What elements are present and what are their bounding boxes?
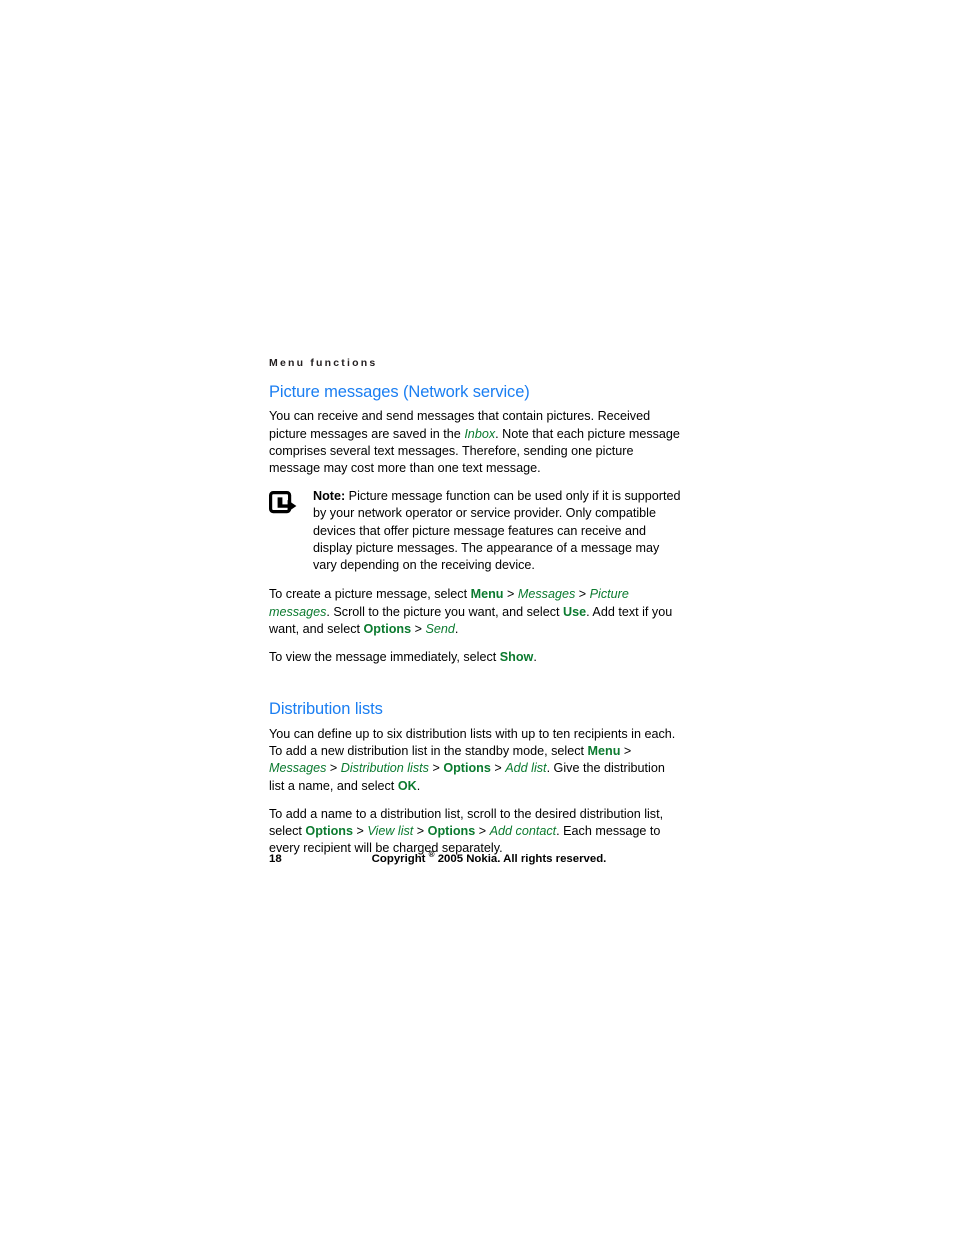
ui-reference-menu: Menu	[587, 744, 621, 759]
note-text: Note: Picture message function can be us…	[313, 488, 683, 574]
ui-reference-messages: Messages	[517, 587, 576, 602]
paragraph-create-picture-message: To create a picture message, select Menu…	[269, 586, 683, 638]
paragraph-add-name-to-list: To add a name to a distribution list, sc…	[269, 806, 683, 858]
text-run: To create a picture message, select	[269, 587, 471, 602]
running-head: Menu functions	[269, 357, 378, 369]
ui-reference-options: Options	[443, 761, 491, 776]
path-separator: >	[475, 824, 490, 839]
ui-reference-options: Options	[427, 824, 476, 839]
page-content: Menu functions Picture messages (Network…	[269, 358, 683, 869]
text-run: Copyright	[371, 853, 429, 865]
path-separator: >	[503, 587, 518, 602]
path-separator: >	[428, 761, 444, 776]
ui-reference-menu: Menu	[470, 587, 504, 602]
ui-reference-ok: OK	[397, 778, 417, 793]
note-arrow-icon	[269, 491, 299, 515]
path-separator: >	[326, 761, 341, 776]
note-block: Note: Picture message function can be us…	[269, 488, 683, 574]
page-footer: 18 Copyright ® 2005 Nokia. All rights re…	[269, 851, 683, 869]
paragraph-picture-messages-intro: You can receive and send messages that c…	[269, 408, 683, 477]
path-separator: >	[352, 824, 368, 839]
ui-reference-show: Show	[499, 649, 534, 664]
path-separator: >	[575, 587, 590, 602]
paragraph-view-message: To view the message immediately, select …	[269, 649, 683, 666]
section-heading-picture-messages: Picture messages (Network service)	[269, 382, 530, 401]
section-heading-distribution-lists: Distribution lists	[269, 700, 383, 719]
ui-reference-distribution-lists: Distribution lists	[340, 761, 429, 776]
paragraph-distribution-lists-intro: You can define up to six distribution li…	[269, 726, 683, 795]
ui-reference-add-contact: Add contact	[489, 824, 557, 839]
ui-reference-options: Options	[363, 621, 412, 636]
text-run: .	[533, 649, 537, 664]
ui-reference-add-list: Add list	[505, 761, 547, 776]
note-label: Note:	[313, 489, 346, 504]
ui-reference-messages: Messages	[269, 761, 327, 776]
path-separator: >	[413, 824, 428, 839]
text-run: .	[454, 621, 459, 636]
text-run: 2005 Nokia. All rights reserved.	[434, 853, 607, 865]
text-run: To view the message immediately, select	[269, 649, 500, 664]
text-run: .	[416, 778, 421, 793]
path-separator: >	[620, 744, 632, 759]
ui-reference-view-list: View list	[367, 824, 414, 839]
ui-reference-options: Options	[305, 824, 353, 839]
text-run: . Scroll to the picture you want, and se…	[326, 604, 564, 619]
ui-reference-use: Use	[563, 604, 587, 619]
ui-reference-inbox: Inbox	[464, 426, 496, 441]
text-run: Picture message function can be used onl…	[313, 489, 681, 573]
path-separator: >	[490, 761, 506, 776]
ui-reference-send: Send	[425, 621, 455, 636]
copyright-notice: Copyright ® 2005 Nokia. All rights reser…	[269, 851, 683, 865]
path-separator: >	[411, 621, 426, 636]
